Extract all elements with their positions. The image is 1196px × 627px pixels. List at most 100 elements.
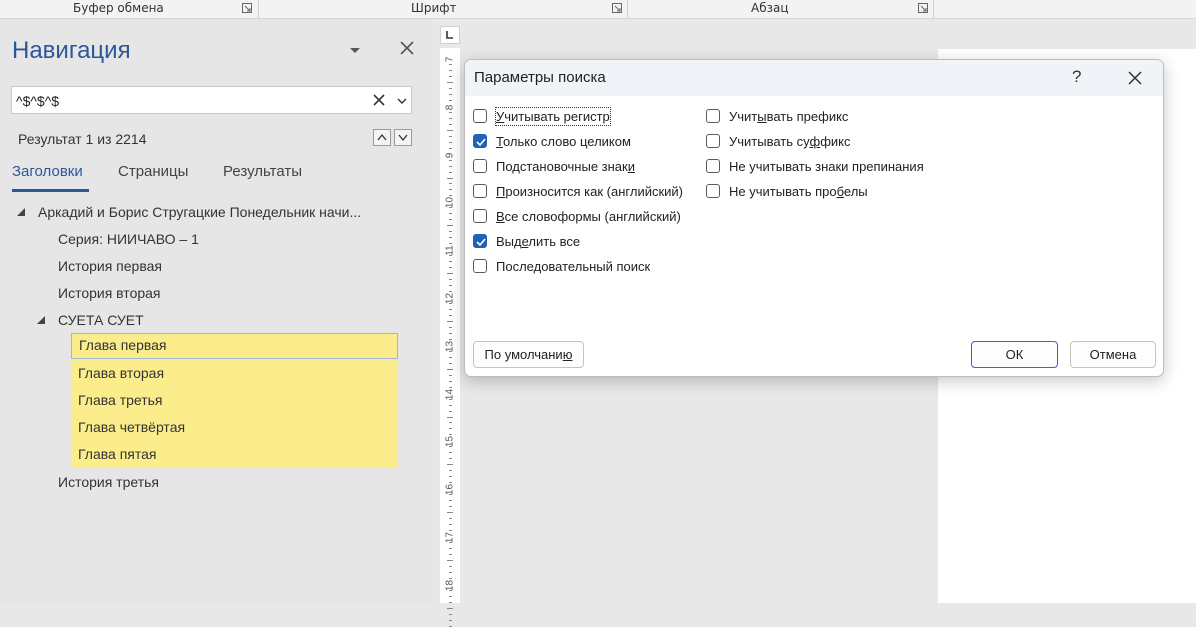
ribbon-group-label: Абзац — [751, 1, 789, 15]
checkbox[interactable] — [473, 109, 487, 123]
help-button[interactable]: ? — [1072, 67, 1081, 87]
ruler-tick — [449, 356, 452, 358]
ruler-tick — [449, 171, 452, 173]
close-icon[interactable] — [397, 38, 417, 58]
checkmark-icon — [476, 138, 486, 147]
checkbox[interactable] — [473, 184, 487, 198]
ruler-tick — [449, 613, 452, 615]
checkbox[interactable] — [706, 134, 720, 148]
ruler-tick — [447, 607, 453, 609]
tab-headings[interactable]: Заголовки — [12, 163, 83, 180]
checkbox[interactable] — [473, 134, 487, 148]
ruler-number: 7 — [444, 56, 456, 63]
dialog-title: Параметры поиска — [474, 69, 606, 86]
tree-item-highlighted[interactable]: Глава четвёртая — [71, 414, 398, 441]
ruler-number: 9 — [444, 152, 456, 158]
button-label-accesskey: ю — [562, 347, 573, 362]
label-text: фикс — [820, 134, 851, 149]
clear-search-icon[interactable] — [371, 92, 387, 108]
checkmark-icon — [476, 238, 486, 247]
checkbox[interactable] — [473, 209, 487, 223]
ruler-tick — [449, 231, 452, 233]
ruler-tick — [449, 285, 452, 287]
label-text: Учит — [729, 109, 758, 124]
ruler-tick — [449, 524, 452, 526]
ruler-number: 13 — [444, 340, 456, 352]
tree-item-highlighted[interactable]: Глава первая — [71, 333, 398, 359]
checkbox-label: Учитывать префикс — [729, 108, 848, 125]
set-default-button[interactable]: По умолчанию — [473, 341, 584, 368]
ruler-tick — [449, 541, 452, 543]
tree-item[interactable]: СУЕТА СУЕТ — [58, 308, 144, 332]
ruler-tick — [449, 308, 452, 310]
ruler-tick — [449, 332, 452, 334]
tree-item[interactable]: История первая — [58, 254, 162, 278]
ruler-tick — [447, 559, 453, 561]
label-text: Подстановочные знак — [496, 159, 628, 174]
checkbox[interactable] — [706, 159, 720, 173]
tree-item-book[interactable]: Аркадий и Борис Стругацкие Понедельник н… — [38, 200, 361, 224]
vertical-ruler[interactable]: 7 8 9 10 11 12 13 14 15 16 17 18 — [440, 48, 460, 627]
ruler-number: 12 — [444, 292, 456, 305]
checkbox-label: Выделить все — [496, 233, 580, 250]
chevron-down-icon[interactable] — [395, 94, 409, 108]
ruler-tick — [449, 619, 452, 621]
dialog-launcher-icon[interactable] — [242, 3, 252, 13]
cancel-button[interactable]: Отмена — [1070, 341, 1156, 368]
tree-item[interactable]: Серия: НИИЧАВО – 1 — [58, 227, 199, 251]
label-text: Учитывать су — [729, 134, 810, 149]
collapse-triangle-icon[interactable] — [36, 315, 46, 325]
dialog-launcher-icon[interactable] — [612, 3, 622, 13]
ruler-tick — [449, 500, 452, 502]
ruler-tick — [447, 129, 453, 131]
tree-item[interactable]: История третья — [58, 470, 159, 494]
ribbon-group-label: Шрифт — [411, 1, 457, 15]
checkbox[interactable] — [706, 184, 720, 198]
ruler-number: 8 — [444, 104, 456, 111]
ruler-tick — [449, 452, 452, 454]
pane-options-icon[interactable] — [346, 41, 364, 59]
search-input[interactable] — [16, 91, 356, 110]
ok-button[interactable]: ОК — [971, 341, 1058, 368]
search-box — [11, 86, 412, 114]
ruler-tick — [449, 326, 452, 328]
close-icon[interactable] — [1127, 70, 1143, 86]
label-accesskey: В — [496, 209, 505, 224]
ruler-tick — [449, 506, 452, 508]
ruler-tick — [449, 207, 452, 209]
ruler-tick — [447, 464, 453, 466]
chevron-up-icon — [377, 133, 387, 141]
ruler-tick — [449, 135, 452, 137]
tab-stop-selector[interactable] — [440, 26, 460, 44]
checkbox[interactable] — [706, 109, 720, 123]
ruler-tick — [449, 165, 452, 167]
ruler-tick — [449, 476, 452, 478]
next-result-button[interactable] — [394, 129, 412, 146]
checkbox[interactable] — [473, 259, 487, 273]
tab-results[interactable]: Результаты — [223, 163, 302, 180]
tree-item-highlighted[interactable]: Глава пятая — [71, 441, 398, 467]
ruler-tick — [449, 398, 452, 400]
checkbox[interactable] — [473, 234, 487, 248]
tree-item[interactable]: История вторая — [58, 281, 161, 305]
collapse-triangle-icon[interactable] — [16, 207, 26, 217]
checkbox[interactable] — [473, 159, 487, 173]
checkbox-label: Не учитывать знаки препинания — [729, 158, 924, 175]
label-text: Выд — [496, 234, 522, 249]
search-options-dialog: Параметры поиска ? По умолчанию ОК Отмен… — [464, 59, 1164, 377]
tree-item-highlighted[interactable]: Глава третья — [71, 387, 398, 414]
tree-item-highlighted[interactable]: Глава вторая — [71, 360, 398, 387]
ruler-tick — [449, 314, 452, 316]
tab-pages[interactable]: Страницы — [118, 163, 188, 180]
ruler-tick — [449, 141, 452, 143]
ruler-number: 11 — [444, 245, 456, 256]
previous-result-button[interactable] — [373, 129, 391, 146]
navigation-title: Навигация — [12, 37, 131, 64]
ruler-tick — [449, 87, 452, 89]
ruler-tick — [449, 362, 452, 364]
result-count: Результат 1 из 2214 — [18, 131, 147, 147]
label-text: се словоформы (английский) — [504, 209, 681, 224]
ruler-number: 18 — [444, 579, 456, 591]
ruler-tick — [449, 446, 452, 448]
dialog-launcher-icon[interactable] — [918, 3, 928, 13]
